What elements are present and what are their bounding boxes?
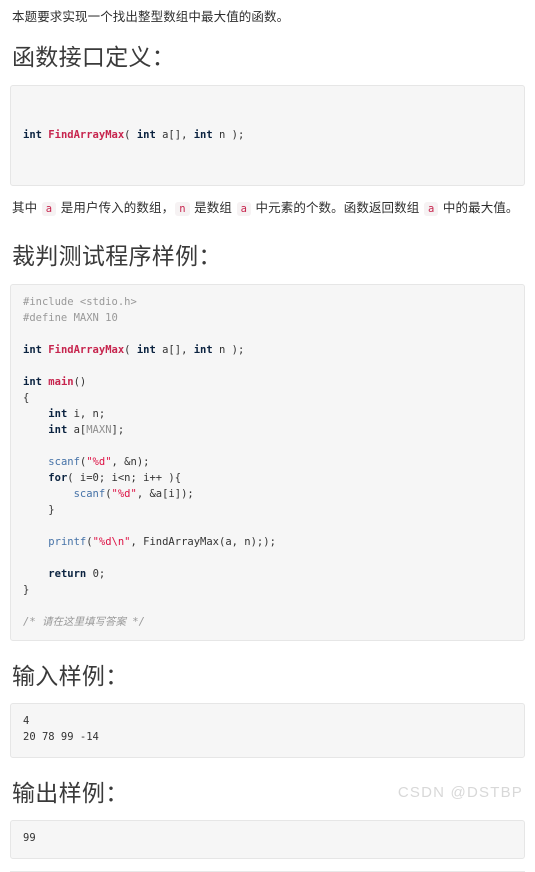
code-line: int i, n;: [23, 406, 512, 422]
code-token: i, n;: [67, 408, 106, 420]
code-line: ​: [23, 358, 512, 374]
code-token: #define MAXN 10: [23, 312, 118, 324]
function-signature-code-block: int FindArrayMax( int a[], int n );: [10, 85, 525, 186]
code-line: {: [23, 390, 512, 406]
code-token: int: [23, 344, 42, 356]
inline-code-chip: a: [41, 202, 57, 216]
inline-code-chip: a: [423, 202, 439, 216]
code-token: a[],: [155, 129, 194, 141]
code-token: FindArrayMax: [48, 344, 125, 356]
code-line: ​: [23, 438, 512, 454]
code-token: (: [124, 344, 137, 356]
code-token: int: [23, 129, 42, 141]
code-token: }: [23, 504, 55, 516]
code-token: "%d\n": [92, 536, 131, 548]
code-line: scanf("%d", &n);: [23, 454, 512, 470]
code-token: a[: [67, 424, 87, 436]
code-token: /* 请在这里填写答案 */: [23, 616, 145, 628]
code-token: n );: [212, 129, 245, 141]
code-token: int: [193, 344, 213, 356]
code-token: int: [23, 376, 42, 388]
problem-statement-page: 本题要求实现一个找出整型数组中最大值的函数。 函数接口定义： int FindA…: [0, 0, 535, 872]
code-line: ​: [23, 550, 512, 566]
code-token: "%d": [111, 488, 137, 500]
code-line: printf("%d\n", FindArrayMax(a, n););: [23, 534, 512, 550]
output-sample-code-block: 99: [10, 820, 525, 859]
code-token: (: [124, 129, 137, 141]
code-line: int a[MAXN];: [23, 422, 512, 438]
code-line: #define MAXN 10: [23, 310, 512, 326]
code-token: (): [73, 376, 87, 388]
section-heading-function-interface: 函数接口定义：: [12, 44, 176, 70]
code-line: }: [23, 582, 512, 598]
code-line: /* 请在这里填写答案 */: [23, 614, 512, 630]
code-token: #include <stdio.h>: [23, 296, 137, 308]
code-token: return: [48, 568, 87, 580]
code-token: , FindArrayMax(a, n););: [130, 536, 276, 548]
code-token: for: [48, 472, 68, 484]
section-heading-judge-program: 裁判测试程序样例：: [12, 243, 222, 269]
code-line: 20 78 99 -14: [23, 731, 99, 743]
inline-code-chip: a: [236, 202, 251, 216]
code-line: 99: [23, 832, 36, 844]
code-line: int FindArrayMax( int a[], int n );: [23, 342, 512, 358]
code-token: {: [23, 392, 30, 404]
code-token: }: [23, 584, 30, 596]
code-line: return 0;: [23, 566, 512, 582]
code-token: int: [193, 129, 213, 141]
code-line: #include <stdio.h>: [23, 294, 512, 310]
code-token: int: [48, 408, 68, 420]
code-line: for( i=0; i<n; i++ ){: [23, 470, 512, 486]
code-line: int main(): [23, 374, 512, 390]
code-token: FindArrayMax: [48, 129, 125, 141]
code-line: 4: [23, 715, 30, 727]
code-line: ​: [23, 326, 512, 342]
code-token: printf: [48, 536, 87, 548]
code-token: ( i=0; i<n; i++ ){: [67, 472, 182, 484]
code-token: int: [48, 424, 68, 436]
code-token: scanf: [48, 456, 80, 468]
code-token: int: [136, 129, 156, 141]
code-token: MAXN: [86, 424, 112, 436]
code-line: }: [23, 502, 512, 518]
code-token: scanf: [73, 488, 106, 500]
section-heading-input-sample: 输入样例：: [12, 663, 129, 689]
code-line: int FindArrayMax( int a[], int n );: [23, 127, 512, 143]
code-token: "%d": [86, 456, 112, 468]
code-token: ;: [98, 568, 106, 580]
inline-code-chip: n: [175, 202, 190, 216]
judge-program-code-block: #include <stdio.h>#define MAXN 10​int Fi…: [10, 284, 525, 641]
code-token: , &a[i]);: [136, 488, 194, 500]
code-token: main: [48, 376, 74, 388]
section-heading-output-sample: 输出样例：: [12, 780, 129, 806]
function-description-text: 其中 a 是用户传入的数组， n 是数组 a 中元素的个数。函数返回数组 a 中的…: [12, 201, 519, 216]
code-line: ​: [23, 518, 512, 534]
code-token: , &n);: [111, 456, 150, 468]
code-line: scanf("%d", &a[i]);: [23, 486, 512, 502]
code-token: ];: [111, 424, 125, 436]
problem-intro-text: 本题要求实现一个找出整型数组中最大值的函数。: [12, 10, 290, 24]
code-token: int: [136, 344, 156, 356]
code-token: n );: [212, 344, 245, 356]
input-sample-code-block: 4 20 78 99 -14: [10, 703, 525, 758]
code-token: a[],: [155, 344, 194, 356]
code-line: ​: [23, 598, 512, 614]
